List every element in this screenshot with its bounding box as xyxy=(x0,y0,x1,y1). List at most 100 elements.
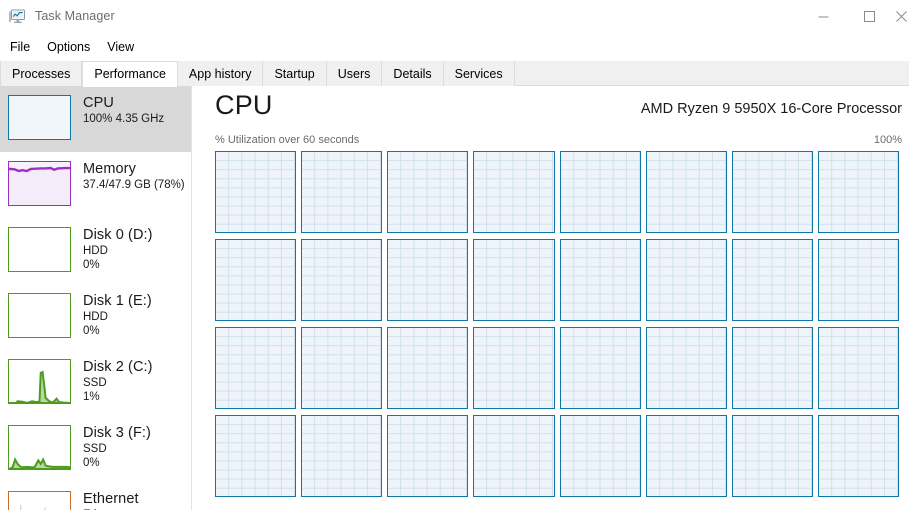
cpu-core-graph[interactable] xyxy=(215,327,297,409)
chart-axis-labels: % Utilization over 60 seconds 100% xyxy=(193,132,909,148)
sidebar-minigraph-disk-0 xyxy=(8,227,71,272)
sidebar-label-cpu: CPU xyxy=(83,95,114,111)
sidebar-sub-disk-1-1: HDD xyxy=(83,311,108,323)
sidebar-sub-disk-0-1: HDD xyxy=(83,245,108,257)
cpu-core-graph[interactable] xyxy=(301,327,383,409)
cpu-core-graph[interactable] xyxy=(387,151,469,233)
page-title: CPU xyxy=(215,90,273,120)
title-bar: Task Manager xyxy=(0,0,909,32)
sidebar-item-disk-0[interactable]: Disk 0 (D:) HDD 0% xyxy=(0,218,191,284)
cpu-core-graph[interactable] xyxy=(473,415,555,497)
tab-app-history[interactable]: App history xyxy=(177,61,264,86)
cpu-core-graph[interactable] xyxy=(215,415,297,497)
cpu-core-graph[interactable] xyxy=(473,327,555,409)
cpu-core-graph[interactable] xyxy=(731,327,813,409)
sidebar-item-disk-3[interactable]: Disk 3 (F:) SSD 0% xyxy=(0,416,191,482)
cpu-core-graph[interactable] xyxy=(215,151,297,233)
cpu-core-graph[interactable] xyxy=(817,327,899,409)
cpu-core-graph[interactable] xyxy=(301,415,383,497)
sidebar-minigraph-ethernet xyxy=(8,491,71,510)
sidebar-label-disk-3: Disk 3 (F:) xyxy=(83,425,151,441)
tab-details[interactable]: Details xyxy=(382,61,444,86)
sidebar-text-memory: Memory 37.4/47.9 GB (78%) xyxy=(83,161,185,192)
logical-processor-grid[interactable] xyxy=(215,151,899,497)
sidebar-minigraph-disk-1 xyxy=(8,293,71,338)
sidebar-text-disk-3: Disk 3 (F:) SSD 0% xyxy=(83,425,151,470)
sidebar-text-cpu: CPU 100% 4.35 GHz xyxy=(83,95,164,126)
cpu-core-graph[interactable] xyxy=(645,327,727,409)
tab-users[interactable]: Users xyxy=(326,61,383,86)
close-button[interactable] xyxy=(892,0,909,32)
cpu-core-graph[interactable] xyxy=(559,151,641,233)
sidebar-label-disk-2: Disk 2 (C:) xyxy=(83,359,153,375)
tab-services[interactable]: Services xyxy=(443,61,515,86)
menu-item-options[interactable]: Options xyxy=(42,38,99,56)
sidebar-item-ethernet[interactable]: EthernetEthernet xyxy=(0,482,191,510)
sidebar-item-disk-1[interactable]: Disk 1 (E:) HDD 0% xyxy=(0,284,191,350)
cpu-core-graph[interactable] xyxy=(559,239,641,321)
tab-startup[interactable]: Startup xyxy=(263,61,327,86)
cpu-core-graph[interactable] xyxy=(387,415,469,497)
processor-name: AMD Ryzen 9 5950X 16-Core Processor xyxy=(640,101,902,117)
cpu-core-graph[interactable] xyxy=(301,239,383,321)
sidebar-sub-disk-2-1: SSD xyxy=(83,377,107,389)
sidebar-item-cpu[interactable]: CPU 100% 4.35 GHz xyxy=(0,86,191,152)
cpu-core-graph[interactable] xyxy=(559,327,641,409)
content-area: CPU 100% 4.35 GHz Memory 37.4/47.9 GB (78%)… xyxy=(0,86,909,510)
sidebar-minigraph-cpu xyxy=(8,95,71,140)
cpu-core-graph[interactable] xyxy=(645,151,727,233)
sidebar-text-disk-1: Disk 1 (E:) HDD 0% xyxy=(83,293,152,338)
minimize-button[interactable] xyxy=(800,0,846,32)
tab-strip: Processes Performance App history Startu… xyxy=(0,61,909,87)
sidebar-sub-disk-3-1: SSD xyxy=(83,443,107,455)
sidebar-minigraph-disk-3 xyxy=(8,425,71,470)
cpu-core-graph[interactable] xyxy=(645,415,727,497)
sidebar-label-memory: Memory xyxy=(83,161,136,177)
sidebar-text-ethernet: EthernetEthernet xyxy=(83,491,139,510)
panel-header: CPU AMD Ryzen 9 5950X 16-Core Processor xyxy=(193,86,909,132)
cpu-core-graph[interactable] xyxy=(731,239,813,321)
window-title: Task Manager xyxy=(35,9,115,23)
axis-label-max: 100% xyxy=(873,134,902,146)
cpu-core-graph[interactable] xyxy=(215,239,297,321)
sidebar-label-ethernet: Ethernet xyxy=(83,491,139,507)
menu-item-view[interactable]: View xyxy=(102,38,143,56)
sidebar-sub-disk-2-2: 1% xyxy=(83,391,100,403)
title-bar-left: Task Manager xyxy=(0,0,800,32)
cpu-core-graph[interactable] xyxy=(473,151,555,233)
sidebar-label-disk-1: Disk 1 (E:) xyxy=(83,293,152,309)
cpu-core-graph[interactable] xyxy=(473,239,555,321)
resource-sidebar[interactable]: CPU 100% 4.35 GHz Memory 37.4/47.9 GB (78%)… xyxy=(0,86,192,510)
sidebar-sub-memory-1: 37.4/47.9 GB (78%) xyxy=(83,179,185,191)
sidebar-sub-disk-0-2: 0% xyxy=(83,259,100,271)
sidebar-text-disk-0: Disk 0 (D:) HDD 0% xyxy=(83,227,153,272)
cpu-core-graph[interactable] xyxy=(817,239,899,321)
maximize-button[interactable] xyxy=(846,0,892,32)
task-manager-icon xyxy=(8,7,26,25)
cpu-core-graph[interactable] xyxy=(817,151,899,233)
cpu-core-graph[interactable] xyxy=(387,327,469,409)
cpu-core-graph[interactable] xyxy=(645,239,727,321)
sidebar-minigraph-disk-2 xyxy=(8,359,71,404)
task-manager-window: Task Manager File Options View Processes… xyxy=(0,0,909,510)
axis-label-x: % Utilization over 60 seconds xyxy=(215,134,360,146)
window-controls xyxy=(800,0,909,32)
sidebar-minigraph-memory xyxy=(8,161,71,206)
tab-performance[interactable]: Performance xyxy=(82,61,178,87)
cpu-core-graph[interactable] xyxy=(731,151,813,233)
cpu-core-graph[interactable] xyxy=(301,151,383,233)
sidebar-item-disk-2[interactable]: Disk 2 (C:) SSD 1% xyxy=(0,350,191,416)
sidebar-sub-cpu-1: 100% 4.35 GHz xyxy=(83,113,165,125)
tab-processes[interactable]: Processes xyxy=(0,61,83,86)
menu-item-file[interactable]: File xyxy=(5,38,39,56)
sidebar-text-disk-2: Disk 2 (C:) SSD 1% xyxy=(83,359,153,404)
cpu-core-graph[interactable] xyxy=(559,415,641,497)
cpu-core-graph[interactable] xyxy=(817,415,899,497)
menu-bar: File Options View xyxy=(0,36,909,58)
sidebar-sub-disk-1-2: 0% xyxy=(83,325,100,337)
sidebar-item-memory[interactable]: Memory 37.4/47.9 GB (78%) xyxy=(0,152,191,218)
cpu-core-graph[interactable] xyxy=(387,239,469,321)
cpu-core-graph[interactable] xyxy=(731,415,813,497)
cpu-detail-panel: CPU AMD Ryzen 9 5950X 16-Core Processor … xyxy=(193,86,909,510)
sidebar-sub-disk-3-2: 0% xyxy=(83,457,100,469)
